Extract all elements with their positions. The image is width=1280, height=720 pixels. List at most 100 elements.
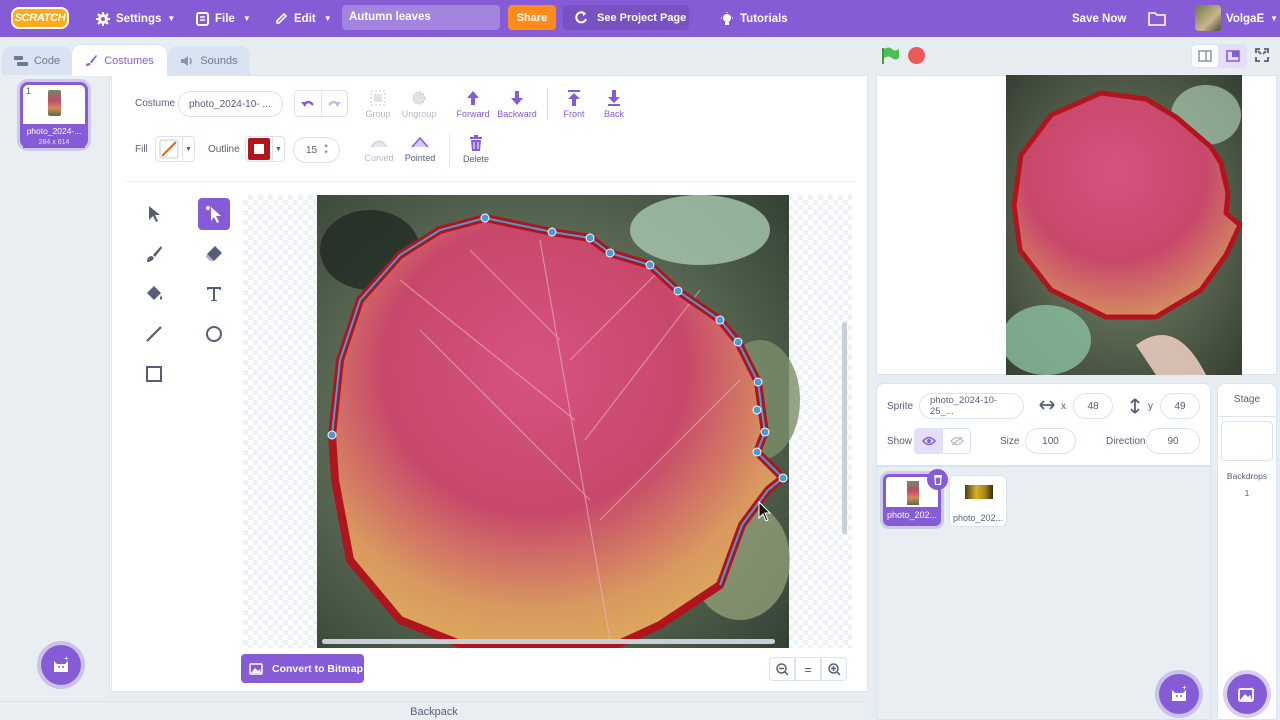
stop-button[interactable] — [908, 47, 925, 64]
forward-button[interactable]: Forward — [456, 89, 490, 119]
my-stuff-folder-button[interactable] — [1148, 0, 1166, 37]
settings-menu[interactable]: Settings ▼ — [96, 0, 175, 37]
project-title-input[interactable]: Autumn leaves — [342, 5, 500, 30]
fullscreen-icon — [1255, 48, 1269, 62]
convert-to-bitmap-button[interactable]: Convert to Bitmap — [241, 654, 364, 683]
stage-canvas[interactable] — [1006, 75, 1242, 375]
horizontal-arrows-icon — [1039, 400, 1055, 410]
fullscreen-button[interactable] — [1254, 47, 1270, 66]
sprite-label: Sprite — [887, 401, 914, 412]
rectangle-tool[interactable] — [138, 358, 170, 390]
curved-point-icon — [370, 140, 388, 148]
costume-name-input[interactable]: photo_2024-10- ... — [178, 91, 283, 117]
costume-item[interactable]: 1 photo_2024-... 284 x 614 — [20, 82, 88, 148]
reshape-tool[interactable] — [198, 198, 230, 230]
zoom-reset-button[interactable]: = — [795, 657, 821, 681]
show-hidden-button[interactable] — [942, 428, 971, 454]
delete-button[interactable]: Delete — [460, 135, 492, 164]
direction-input[interactable]: 90 — [1146, 428, 1200, 454]
sprite-thumbnail — [965, 485, 993, 499]
sprite-name-input[interactable]: photo_2024-10-25_... — [919, 393, 1024, 419]
undo-button[interactable] — [295, 91, 322, 116]
backdrops-label: Backdrops — [1226, 471, 1268, 481]
x-input[interactable]: 48 — [1073, 393, 1113, 419]
backpack-bar[interactable]: Backpack — [0, 701, 868, 720]
scratch-logo[interactable]: SCRATCH — [11, 7, 69, 29]
cat-face-icon: + — [54, 655, 69, 672]
y-input[interactable]: 49 — [1160, 393, 1200, 419]
small-stage-button[interactable] — [1191, 44, 1219, 68]
username-label: VolgaE — [1226, 12, 1265, 25]
undo-icon — [300, 100, 314, 107]
size-input[interactable]: 100 — [1025, 428, 1076, 454]
chevron-down-icon: ▼ — [185, 145, 192, 153]
outline-color-picker[interactable]: ▼ — [245, 136, 285, 162]
front-button[interactable]: Front — [560, 89, 588, 119]
brush-tool[interactable] — [138, 238, 170, 270]
select-tool[interactable] — [138, 198, 170, 230]
brush-icon — [147, 246, 162, 262]
reshape-icon — [206, 206, 221, 223]
vertical-arrows-icon — [1130, 398, 1140, 414]
see-project-page-button[interactable]: See Project Page — [563, 5, 689, 30]
svg-text:+: + — [64, 655, 69, 663]
green-flag-button[interactable] — [880, 47, 900, 68]
outline-width-input[interactable]: 15 ▲ ▼ — [293, 137, 340, 163]
costume-number: 1 — [26, 86, 32, 96]
canvas-horizontal-scrollbar[interactable] — [322, 639, 775, 644]
eraser-tool[interactable] — [198, 238, 230, 270]
zoom-out-button[interactable] — [769, 657, 795, 681]
text-tool[interactable] — [198, 278, 230, 310]
share-button[interactable]: Share — [508, 5, 556, 30]
svg-text:+: + — [1250, 685, 1255, 694]
stepper-arrows-icon[interactable]: ▲ ▼ — [323, 143, 329, 157]
costume-name: photo_2024-... — [26, 126, 82, 136]
eraser-icon — [206, 246, 222, 261]
backward-label: Backward — [497, 109, 537, 119]
ungroup-button[interactable]: Ungroup — [400, 89, 438, 119]
fill-tool[interactable] — [138, 278, 170, 310]
group-button[interactable]: Group — [362, 89, 394, 119]
choose-sprite-button[interactable]: + — [1159, 674, 1199, 714]
back-icon — [608, 90, 620, 106]
image-icon — [249, 662, 263, 675]
account-menu[interactable]: VolgaE ▼ — [1226, 0, 1278, 37]
tab-costumes[interactable]: Costumes — [71, 44, 168, 76]
drawing-canvas[interactable] — [243, 195, 852, 648]
zoom-in-button[interactable] — [821, 657, 847, 681]
canvas-vertical-scrollbar[interactable] — [842, 322, 847, 534]
line-tool[interactable] — [138, 318, 170, 350]
normal-stage-button[interactable] — [1219, 44, 1247, 68]
stage-sprite-leaf — [1006, 75, 1242, 375]
stage-thumbnail[interactable] — [1221, 421, 1273, 461]
redo-button[interactable] — [322, 91, 348, 116]
outline-color-icon — [248, 138, 270, 160]
circle-tool[interactable] — [198, 318, 230, 350]
curved-label: Curved — [364, 153, 394, 163]
user-avatar[interactable] — [1195, 5, 1221, 31]
back-button[interactable]: Back — [600, 89, 628, 119]
chevron-down-icon: ▼ — [275, 145, 282, 153]
delete-label: Delete — [462, 154, 489, 164]
arrow-pointer-icon — [149, 206, 160, 222]
show-visible-button[interactable] — [914, 428, 943, 454]
choose-costume-button[interactable]: + — [41, 645, 81, 685]
sprite-item[interactable]: photo_202... — [949, 475, 1007, 527]
save-now-button[interactable]: Save Now — [1072, 0, 1126, 37]
tab-sounds[interactable]: Sounds — [168, 46, 250, 75]
tutorials-button[interactable]: Tutorials — [720, 0, 788, 37]
curved-button[interactable]: Curved — [364, 135, 394, 163]
fill-color-picker[interactable]: ▼ — [155, 136, 195, 162]
tab-code[interactable]: Code — [2, 46, 72, 75]
choose-backdrop-button[interactable]: + — [1227, 674, 1267, 714]
tutorials-label: Tutorials — [740, 12, 788, 25]
edit-menu[interactable]: Edit ▼ — [275, 0, 332, 37]
zoom-in-icon — [827, 662, 841, 676]
delete-sprite-button[interactable] — [927, 469, 948, 490]
pointed-button[interactable]: Pointed — [402, 135, 438, 163]
chevron-down-icon: ▼ — [323, 14, 332, 23]
backward-button[interactable]: Backward — [496, 89, 538, 119]
costume-name-label: photo_2024-... 284 x 614 — [23, 124, 85, 148]
stage-divider — [1217, 416, 1277, 417]
file-menu[interactable]: File ▼ — [196, 0, 251, 37]
